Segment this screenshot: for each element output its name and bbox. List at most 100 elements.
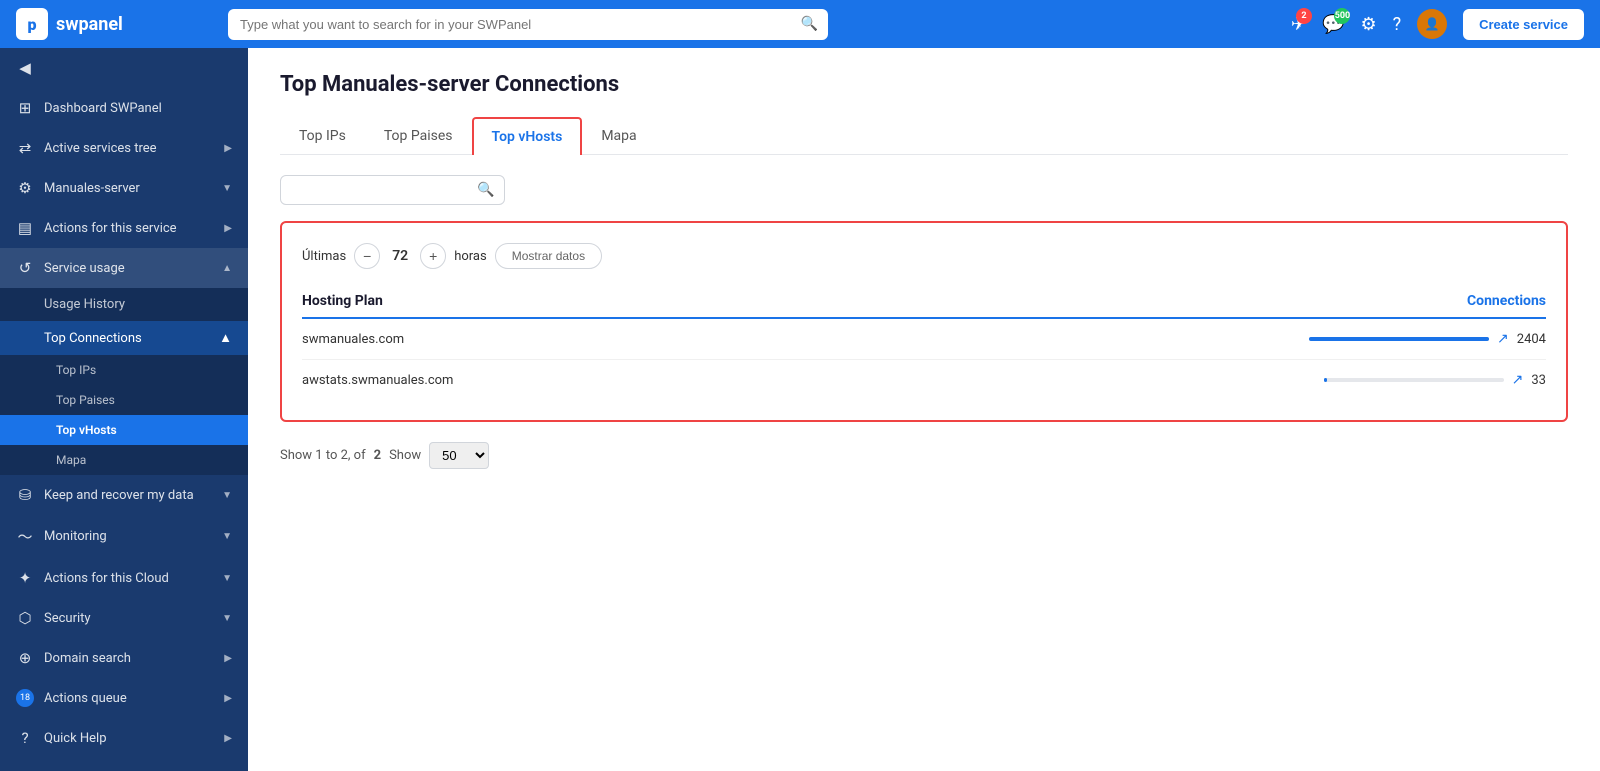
avatar[interactable]: 👤 bbox=[1417, 9, 1447, 39]
mapa-label: Mapa bbox=[56, 453, 86, 467]
domain-2: awstats.swmanuales.com bbox=[302, 373, 453, 388]
sidebar-label-dashboard: Dashboard SWPanel bbox=[44, 101, 232, 116]
tab-top-ips[interactable]: Top IPs bbox=[280, 117, 365, 155]
topbar-actions: ✈ 2 💬 500 ⚙ ? 👤 Create service bbox=[1291, 9, 1584, 40]
table-row-2: awstats.swmanuales.com ↗ 33 bbox=[302, 360, 1546, 400]
sidebar-item-keep-recover[interactable]: ⛁ Keep and recover my data ▼ bbox=[0, 475, 248, 515]
usage-history-label: Usage History bbox=[44, 297, 125, 312]
sidebar-label-actions-queue: Actions queue bbox=[44, 691, 214, 706]
sidebar-item-mapa[interactable]: Mapa bbox=[0, 445, 248, 475]
bar-1-fill bbox=[1309, 337, 1489, 341]
bar-1-container bbox=[1309, 337, 1489, 341]
chevron-up-icon: ▲ bbox=[222, 263, 232, 274]
chevron-right-icon-2: ▶ bbox=[224, 223, 232, 234]
tab-top-vhosts[interactable]: Top vHosts bbox=[472, 117, 583, 155]
connections-1: 2404 bbox=[1517, 332, 1546, 347]
actions-queue-icon: 18 bbox=[16, 689, 34, 707]
sidebar-label-security: Security bbox=[44, 611, 212, 626]
top-connections-chevron: ▲ bbox=[219, 330, 232, 346]
actions-cloud-icon: ✦ bbox=[16, 569, 34, 587]
row-1-right: ↗ 2404 bbox=[1309, 331, 1546, 347]
data-controls: Últimas − 72 + horas Mostrar datos bbox=[302, 243, 1546, 269]
sidebar-label-monitoring: Monitoring bbox=[44, 529, 212, 544]
sidebar-collapse-btn[interactable]: ◀ bbox=[0, 48, 248, 88]
chevron-icon-security: ▼ bbox=[222, 613, 232, 624]
sidebar-item-dashboard[interactable]: ⊞ Dashboard SWPanel bbox=[0, 88, 248, 128]
top-vhosts-label: Top vHosts bbox=[56, 423, 117, 437]
sidebar-item-top-paises[interactable]: Top Paises bbox=[0, 385, 248, 415]
search-icon: 🔍 bbox=[801, 16, 818, 32]
topbar: p swpanel 🔍 ✈ 2 💬 500 ⚙ ? 👤 Create servi… bbox=[0, 0, 1600, 48]
filter-row: 🔍 bbox=[280, 175, 1568, 205]
sidebar-item-active-services[interactable]: ⇄ Active services tree ▶ bbox=[0, 128, 248, 168]
notification-badge: 2 bbox=[1296, 8, 1312, 24]
domain-search-icon: ⊕ bbox=[16, 649, 34, 667]
logo-icon: p bbox=[16, 8, 48, 40]
decrement-btn[interactable]: − bbox=[354, 243, 380, 269]
domain-1: swmanuales.com bbox=[302, 332, 404, 347]
collapse-icon: ◀ bbox=[16, 59, 34, 77]
search-input[interactable] bbox=[228, 9, 828, 40]
tabs-container: Top IPs Top Paises Top vHosts Mapa bbox=[280, 117, 1568, 155]
pagination-total: 2 bbox=[374, 448, 381, 463]
sidebar-item-actions-queue[interactable]: 18 Actions queue ▶ bbox=[0, 678, 248, 718]
dashboard-icon: ⊞ bbox=[16, 99, 34, 117]
create-service-button[interactable]: Create service bbox=[1463, 9, 1584, 40]
increment-btn[interactable]: + bbox=[420, 243, 446, 269]
quick-help-icon: ? bbox=[16, 729, 34, 747]
layout: ◀ ⊞ Dashboard SWPanel ⇄ Active services … bbox=[0, 48, 1600, 771]
bar-2-container bbox=[1324, 378, 1504, 382]
sidebar-label-keep-recover: Keep and recover my data bbox=[44, 488, 212, 503]
chevron-icon-queue: ▶ bbox=[224, 693, 232, 704]
chevron-icon-help: ▶ bbox=[224, 733, 232, 744]
sidebar-item-usage-history[interactable]: Usage History bbox=[0, 288, 248, 321]
ultimas-label: Últimas bbox=[302, 249, 346, 264]
external-link-icon-2[interactable]: ↗ bbox=[1512, 372, 1524, 388]
notifications-btn[interactable]: ✈ 2 bbox=[1291, 14, 1306, 35]
sidebar-item-domain-search[interactable]: ⊕ Domain search ▶ bbox=[0, 638, 248, 678]
chevron-icon-domain: ▶ bbox=[224, 653, 232, 664]
sidebar-item-quick-help[interactable]: ? Quick Help ▶ bbox=[0, 718, 248, 758]
service-usage-icon: ↺ bbox=[16, 259, 34, 277]
sidebar-item-security[interactable]: ⬡ Security ▼ bbox=[0, 598, 248, 638]
sidebar: ◀ ⊞ Dashboard SWPanel ⇄ Active services … bbox=[0, 48, 248, 771]
data-box: Últimas − 72 + horas Mostrar datos Hosti… bbox=[280, 221, 1568, 422]
page-title: Top Manuales-server Connections bbox=[280, 72, 1568, 97]
chevron-icon-cloud: ▼ bbox=[222, 573, 232, 584]
table-row: swmanuales.com ↗ 2404 bbox=[302, 319, 1546, 360]
settings-btn[interactable]: ⚙ bbox=[1360, 14, 1376, 35]
active-services-icon: ⇄ bbox=[16, 139, 34, 157]
top-paises-label: Top Paises bbox=[56, 393, 115, 407]
sidebar-item-service-usage[interactable]: ↺ Service usage ▲ bbox=[0, 248, 248, 288]
sidebar-label-quick-help: Quick Help bbox=[44, 731, 214, 746]
chevron-icon-monitoring: ▼ bbox=[222, 531, 232, 542]
help-btn[interactable]: ? bbox=[1393, 14, 1402, 35]
bar-2-fill bbox=[1324, 378, 1328, 382]
sidebar-item-actions-service[interactable]: ▤ Actions for this service ▶ bbox=[0, 208, 248, 248]
sidebar-item-top-ips[interactable]: Top IPs bbox=[0, 355, 248, 385]
server-icon: ⚙ bbox=[16, 179, 34, 197]
tab-top-paises[interactable]: Top Paises bbox=[365, 117, 472, 155]
sidebar-label-active-services: Active services tree bbox=[44, 141, 214, 156]
hours-value: 72 bbox=[388, 248, 412, 264]
sidebar-item-actions-cloud[interactable]: ✦ Actions for this Cloud ▼ bbox=[0, 558, 248, 598]
chevron-right-icon: ▶ bbox=[224, 143, 232, 154]
points-badge: 500 bbox=[1334, 8, 1350, 24]
points-btn[interactable]: 💬 500 bbox=[1322, 14, 1344, 35]
chevron-icon-keep: ▼ bbox=[222, 490, 232, 501]
sidebar-item-top-vhosts[interactable]: Top vHosts bbox=[0, 415, 248, 445]
col-connections: Connections bbox=[1467, 293, 1546, 309]
actions-service-icon: ▤ bbox=[16, 219, 34, 237]
per-page-select[interactable]: 10 25 50 100 bbox=[429, 442, 489, 469]
tab-mapa[interactable]: Mapa bbox=[582, 117, 655, 155]
sidebar-label-actions-service: Actions for this service bbox=[44, 221, 214, 236]
filter-input[interactable] bbox=[291, 183, 471, 198]
pagination-show-text: Show 1 to 2, of bbox=[280, 448, 366, 463]
sidebar-item-monitoring[interactable]: 〜 Monitoring ▼ bbox=[0, 515, 248, 558]
sidebar-item-manuales-server[interactable]: ⚙ Manuales-server ▼ bbox=[0, 168, 248, 208]
external-link-icon-1[interactable]: ↗ bbox=[1497, 331, 1509, 347]
mostrar-datos-btn[interactable]: Mostrar datos bbox=[495, 243, 602, 269]
sidebar-item-top-connections[interactable]: Top Connections ▲ bbox=[0, 321, 248, 355]
sidebar-label-service-usage: Service usage bbox=[44, 261, 212, 276]
sidebar-label-manuales-server: Manuales-server bbox=[44, 181, 212, 196]
